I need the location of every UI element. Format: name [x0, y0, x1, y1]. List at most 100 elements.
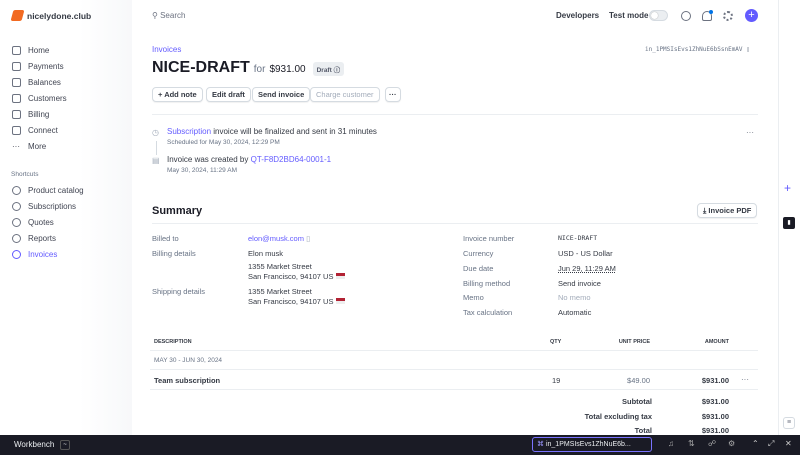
billing-period: MAY 30 - JUN 30, 2024	[154, 357, 223, 364]
ellipsis-icon: ···	[12, 141, 20, 151]
download-icon: ⤓	[703, 206, 707, 215]
invoice-title: NICE-DRAFT	[152, 59, 250, 76]
billing-city: San Francisco, 94107 US	[248, 272, 345, 281]
clock-icon	[12, 233, 21, 243]
due-date[interactable]: Jun 29, 11:29 AM	[558, 264, 616, 273]
workbench-search-input[interactable]: ⌘ in_1PMSIsEvs1ZhNuE6b...	[532, 437, 652, 452]
shortcuts-heading: Shortcuts	[11, 171, 39, 178]
test-mode-label: Test mode	[609, 11, 649, 20]
divider	[152, 114, 758, 115]
clock-icon	[12, 249, 21, 259]
detail-label: Invoice number	[463, 234, 515, 243]
tax-calculation: Automatic	[558, 308, 592, 317]
breadcrumb-invoices[interactable]: Invoices	[152, 45, 181, 54]
sidebar-item-balances[interactable]: Balances	[12, 75, 122, 89]
edit-draft-button[interactable]: Edit draft	[206, 87, 251, 102]
help-icon[interactable]	[681, 11, 691, 21]
copy-icon[interactable]: ▯	[306, 234, 310, 243]
nav-label: Subscriptions	[28, 201, 77, 211]
detail-label: Memo	[463, 293, 484, 302]
layers-icon	[12, 125, 21, 135]
total-excl-tax-label: Total excluding tax	[584, 412, 652, 421]
sidebar-item-home[interactable]: Home	[12, 43, 122, 57]
email-text: elon@musk.com	[248, 234, 304, 243]
detail-label: Tax calculation	[463, 308, 513, 317]
billing-method: Send invoice	[558, 279, 601, 288]
wallet-icon	[12, 61, 21, 71]
status-badge: Draft ⓘ	[312, 62, 345, 76]
workbench-title[interactable]: Workbench	[14, 440, 54, 449]
binoculars-icon: ⌘	[537, 441, 544, 448]
divider	[150, 350, 758, 351]
detail-label: Currency	[463, 249, 494, 258]
search-bar[interactable]: ⚲ Search	[152, 11, 185, 20]
line-unit-price: $49.00	[627, 376, 650, 385]
nav-label: Quotes	[28, 217, 54, 227]
bell-icon[interactable]: ♫	[668, 439, 674, 448]
clock-icon	[12, 185, 21, 195]
billing-street: 1355 Market Street	[248, 262, 312, 271]
subscription-link[interactable]: Subscription	[167, 127, 211, 136]
divider	[150, 369, 758, 370]
more-actions-button[interactable]: ···	[385, 87, 401, 102]
clock-icon: ◷	[152, 128, 159, 137]
sidebar-item-customers[interactable]: Customers	[12, 91, 122, 105]
billing-icon	[12, 109, 21, 119]
invoice-id[interactable]: in_1PMSIsEvs1ZhNuE6bSsnEmAV ▯	[645, 46, 750, 53]
list-icon[interactable]: ≡	[783, 417, 795, 429]
billed-to-email[interactable]: elon@musk.com ▯	[248, 234, 310, 243]
sidebar-item-more[interactable]: ··· More	[12, 139, 122, 153]
sort-icon[interactable]: ⇅	[688, 439, 695, 448]
row-more-button[interactable]: ···	[741, 375, 749, 384]
shortcut-reports[interactable]: Reports	[12, 231, 122, 245]
send-invoice-button[interactable]: Send invoice	[252, 87, 311, 102]
timeline-event-created: Invoice was created by QT-F8D2BD64-0001-…	[167, 155, 331, 164]
divider	[150, 389, 758, 390]
subtotal-label: Subtotal	[622, 397, 652, 406]
nav-label: Home	[28, 45, 50, 55]
nav-label: Billing	[28, 109, 50, 119]
search-input[interactable]: Search	[160, 11, 185, 20]
total-excl-tax-value: $931.00	[701, 412, 729, 421]
quote-link[interactable]: QT-F8D2BD64-0001-1	[251, 155, 331, 164]
for-text: for	[253, 64, 266, 75]
billing-name: Elon musk	[248, 249, 284, 258]
column-amount: AMOUNT	[704, 339, 729, 345]
sidebar-item-billing[interactable]: Billing	[12, 107, 122, 121]
city-text: San Francisco, 94107 US	[248, 272, 334, 281]
developers-link[interactable]: Developers	[556, 11, 599, 20]
invoice-pdf-button[interactable]: ⤓ Invoice PDF	[697, 203, 758, 218]
test-mode-toggle[interactable]	[649, 10, 668, 21]
invoice-number: NICE-DRAFT	[558, 234, 598, 242]
sidebar-item-connect[interactable]: Connect	[12, 123, 122, 137]
chevron-up-icon[interactable]: ⌃	[752, 439, 759, 448]
nav-label: Reports	[28, 233, 57, 243]
brand-name[interactable]: nicelydone.club	[27, 11, 91, 21]
right-rail-divider	[778, 0, 779, 435]
document-icon: ▤	[152, 156, 160, 165]
detail-label: Due date	[463, 264, 494, 273]
add-note-button[interactable]: + Add note	[152, 87, 203, 102]
shortcut-product-catalog[interactable]: Product catalog	[12, 183, 122, 197]
shortcut-subscriptions[interactable]: Subscriptions	[12, 199, 122, 213]
nav-label: More	[28, 141, 47, 151]
add-panel-icon[interactable]: +	[784, 181, 791, 195]
bell-icon[interactable]	[702, 10, 713, 21]
timeline-more-button[interactable]: ···	[746, 128, 754, 137]
webhook-icon[interactable]: ☍	[708, 439, 716, 448]
pdf-label: Invoice PDF	[708, 206, 752, 215]
expand-icon[interactable]: ⤢	[768, 439, 774, 449]
copy-icon[interactable]: ▯	[746, 46, 750, 53]
workbench-toggle-icon[interactable]: ~	[60, 440, 70, 450]
shortcut-invoices[interactable]: Invoices	[12, 247, 122, 261]
shortcut-quotes[interactable]: Quotes	[12, 215, 122, 229]
sidebar-item-payments[interactable]: Payments	[12, 59, 122, 73]
charge-customer-button[interactable]: Charge customer	[310, 87, 380, 102]
app-icon[interactable]: ▮	[783, 217, 795, 229]
close-icon[interactable]: ✕	[785, 439, 792, 448]
nav-label: Balances	[28, 77, 61, 87]
gear-icon[interactable]: ⚙	[728, 439, 735, 448]
gear-icon[interactable]	[723, 11, 733, 21]
invoice-amount: $931.00	[269, 64, 306, 75]
create-plus-button[interactable]: +	[745, 9, 758, 22]
